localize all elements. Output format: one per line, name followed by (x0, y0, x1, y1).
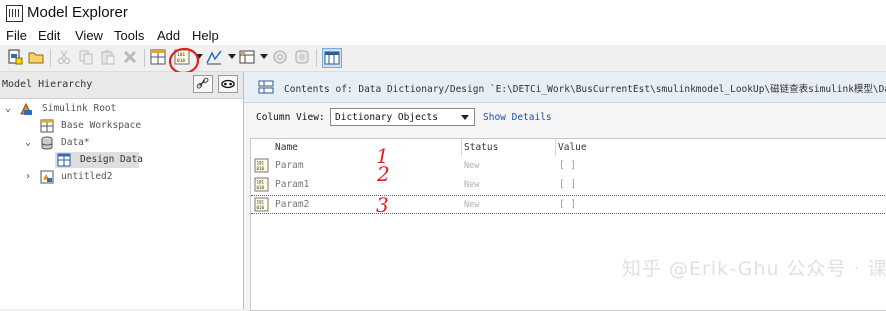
tree-item-base-workspace[interactable]: Base Workspace (0, 118, 243, 134)
model-hierarchy-title: Model Hierarchy (2, 79, 93, 90)
table-row-selected[interactable]: 101 010 Param2 New [ ] (251, 195, 886, 214)
row-value[interactable]: [ ] (559, 160, 576, 171)
svg-text:101: 101 (257, 161, 265, 166)
tree-item-untitled2[interactable]: › untitled2 (0, 169, 243, 185)
svg-text:101: 101 (257, 200, 265, 205)
menu-file[interactable]: File (6, 28, 27, 43)
svg-text:010: 010 (257, 205, 265, 210)
model-icon (40, 170, 54, 184)
link-icon[interactable] (193, 75, 213, 93)
chevron-down-icon (461, 115, 469, 120)
contents-table-icon (258, 79, 274, 95)
column-view-select[interactable]: Dictionary Objects (330, 108, 475, 126)
menu-tools[interactable]: Tools (114, 28, 144, 43)
toolbar-separator (316, 49, 317, 67)
menu-help[interactable]: Help (192, 28, 219, 43)
toolbar: 101 010 (0, 45, 886, 75)
column-header-status[interactable]: Status (462, 139, 555, 156)
table-row[interactable]: 101 010 Param New [ ] (251, 157, 886, 176)
svg-text:010: 010 (257, 185, 265, 190)
row-status: New (464, 161, 480, 171)
delete-icon[interactable] (122, 49, 138, 65)
watermark-text: 知乎 @Erik-Ghu 公众号 · 课益行 (622, 258, 886, 280)
add-bus-object-icon[interactable] (239, 49, 255, 65)
title-bar: Model Explorer (0, 0, 886, 27)
contents-path: Contents of: Data Dictionary/Design `E:\… (284, 84, 886, 95)
new-model-icon[interactable] (7, 49, 23, 65)
tree-label: Design Data (80, 154, 143, 165)
chevron-right-icon[interactable]: › (25, 171, 31, 182)
annotation-number: 3 (376, 193, 389, 217)
column-view-label: Column View: (256, 112, 325, 123)
model-hierarchy-panel: Model Hierarchy ⌄ Simulink Root Base Wor… (0, 72, 244, 309)
contents-table: Name Status Value 101 010 Param New [ ] 1… (250, 138, 886, 311)
model-hierarchy-header: Model Hierarchy (0, 72, 243, 99)
workspace-grid-icon (40, 119, 54, 133)
simulink-parameter-icon: 101 010 (254, 177, 269, 192)
toolbar-separator (50, 49, 51, 67)
open-folder-icon[interactable] (28, 49, 44, 65)
menu-bar: File Edit View Tools Add Help (0, 27, 886, 45)
column-header-name[interactable]: Name (251, 139, 461, 156)
tree-label: Simulink Root (42, 103, 117, 114)
row-status: New (464, 200, 480, 210)
row-value[interactable]: [ ] (559, 199, 576, 210)
add-workspace-icon[interactable] (150, 49, 166, 65)
toolbar-separator (144, 49, 145, 67)
column-header-value[interactable]: Value (556, 139, 756, 156)
row-name[interactable]: Param1 (275, 179, 309, 190)
simulink-parameter-icon: 101 010 (254, 197, 269, 212)
dialog-view-toggle-icon[interactable] (322, 48, 342, 68)
tree-label: Base Workspace (61, 120, 142, 131)
tree-label: Data* (61, 137, 90, 148)
row-status: New (464, 180, 480, 190)
row-name[interactable]: Param (275, 160, 304, 171)
workspace-grid-icon (57, 153, 71, 167)
database-icon (40, 136, 54, 150)
add-signal-icon[interactable] (206, 49, 222, 65)
contents-header: Contents of: Data Dictionary/Design `E:\… (244, 72, 886, 103)
menu-edit[interactable]: Edit (38, 28, 60, 43)
paste-icon[interactable] (100, 49, 116, 65)
tree-item-design-data[interactable]: Design Data (55, 152, 143, 168)
table-row[interactable]: 101 010 Param1 New [ ] (251, 176, 886, 195)
add-bus-dropdown-icon[interactable] (260, 54, 268, 59)
column-view-value: Dictionary Objects (335, 112, 438, 123)
cut-icon[interactable] (56, 49, 72, 65)
chevron-down-icon[interactable]: ⌄ (25, 137, 31, 148)
menu-add[interactable]: Add (157, 28, 180, 43)
chevron-down-icon[interactable]: ⌄ (5, 103, 11, 114)
row-name[interactable]: Param2 (275, 199, 309, 210)
tree-label: untitled2 (61, 171, 113, 182)
tree-item-data[interactable]: ⌄ Data* (0, 135, 243, 151)
simulink-parameter-icon: 101 010 (254, 158, 269, 173)
show-hide-icon[interactable] (218, 75, 238, 93)
window-title: Model Explorer (27, 4, 128, 21)
svg-text:010: 010 (257, 166, 265, 171)
annotation-number: 2 (377, 162, 390, 186)
add-stateflow-icon[interactable] (294, 49, 310, 65)
add-configuration-icon[interactable] (272, 49, 288, 65)
row-value[interactable]: [ ] (559, 179, 576, 190)
simulink-root-icon (19, 102, 33, 116)
svg-text:101: 101 (257, 180, 265, 185)
copy-icon[interactable] (78, 49, 94, 65)
show-details-link[interactable]: Show Details (483, 112, 552, 123)
add-signal-dropdown-icon[interactable] (228, 54, 236, 59)
tree-item-simulink-root[interactable]: ⌄ Simulink Root (0, 101, 243, 117)
model-explorer-app-icon (6, 5, 23, 22)
menu-view[interactable]: View (75, 28, 103, 43)
